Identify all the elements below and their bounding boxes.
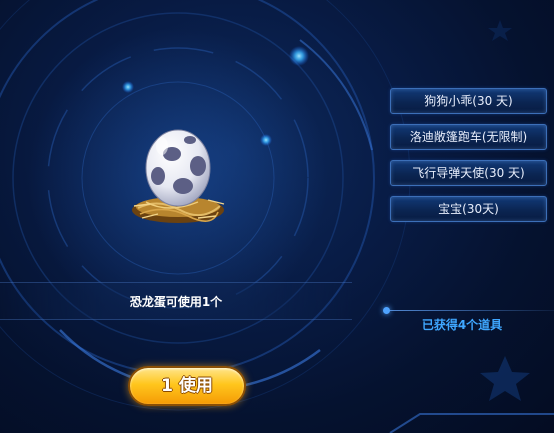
reward-item-baby[interactable]: 宝宝(30天) <box>390 196 547 222</box>
item-caption-bar: 恐龙蛋可使用1个 <box>0 282 352 320</box>
reward-item-missile-angel[interactable]: 飞行导弹天使(30 天) <box>390 160 547 186</box>
item-caption: 恐龙蛋可使用1个 <box>129 295 223 309</box>
obtained-count: 已获得4个道具 <box>421 318 503 332</box>
reward-item-convertible-car[interactable]: 洛迪敞篷跑车(无限制) <box>390 124 547 150</box>
dinosaur-egg-icon <box>128 124 228 228</box>
count-dot-icon <box>383 307 390 314</box>
use-button[interactable]: 1 使用 <box>128 366 246 406</box>
count-divider <box>386 310 554 311</box>
reward-item-dog[interactable]: 狗狗小乖(30 天) <box>390 88 547 114</box>
